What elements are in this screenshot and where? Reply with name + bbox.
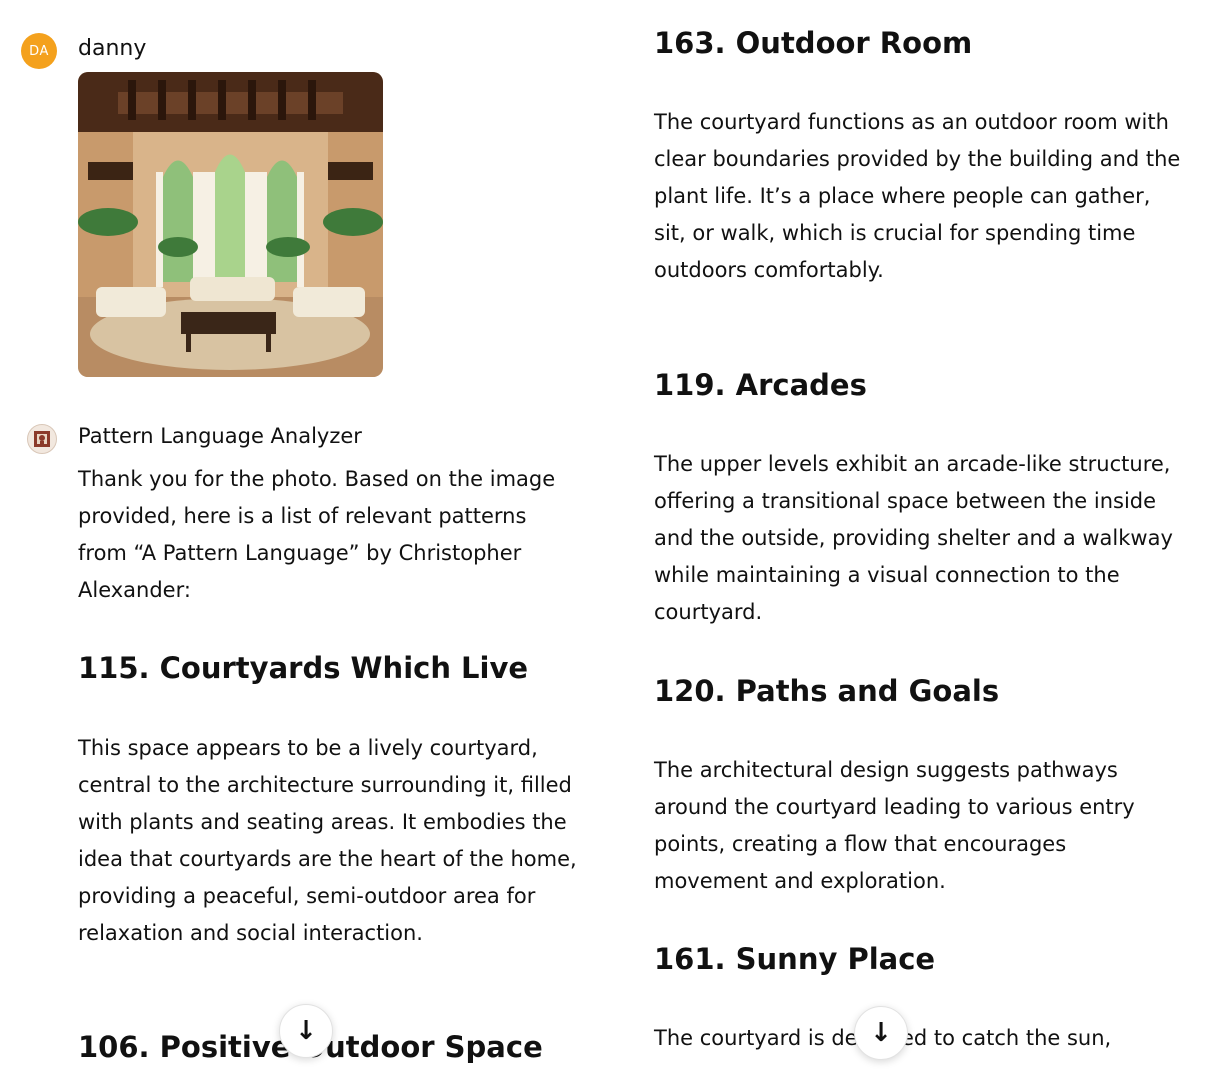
courtyard-image xyxy=(78,72,383,377)
user-avatar: DA xyxy=(21,33,57,69)
pattern-heading: 120. Paths and Goals xyxy=(654,674,1000,708)
pattern-description: The architectural design suggests pathwa… xyxy=(654,758,1135,893)
bot-avatar xyxy=(27,424,57,454)
scroll-down-button[interactable]: ↓ xyxy=(854,1006,908,1060)
bot-logo-icon xyxy=(34,431,50,447)
pattern-description: The upper levels exhibit an arcade-like … xyxy=(654,452,1173,624)
pattern-heading: 161. Sunny Place xyxy=(654,942,936,976)
chat-column-left: DA danny Pattern Language Analyzer Thank… xyxy=(0,0,600,1080)
arrow-down-icon: ↓ xyxy=(295,1016,317,1046)
screenshot-page: DA danny Pattern Language Analyzer Thank… xyxy=(0,0,1215,1080)
bot-intro-text: Thank you for the photo. Based on the im… xyxy=(78,467,556,602)
uploaded-photo[interactable] xyxy=(78,72,383,377)
pattern-heading: 163. Outdoor Room xyxy=(654,26,973,60)
pattern-description: This space appears to be a lively courty… xyxy=(78,736,577,945)
user-name: danny xyxy=(78,36,147,61)
chat-column-right: 163. Outdoor Room The courtyard function… xyxy=(612,0,1215,1080)
pattern-heading: 115. Courtyards Which Live xyxy=(78,651,529,685)
arrow-down-icon: ↓ xyxy=(870,1018,892,1048)
pattern-description: The courtyard is designed to catch the s… xyxy=(654,1026,1112,1050)
pattern-description: The courtyard functions as an outdoor ro… xyxy=(654,110,1181,282)
bot-name: Pattern Language Analyzer xyxy=(78,424,362,448)
scroll-down-button[interactable]: ↓ xyxy=(279,1004,333,1058)
pattern-heading: 119. Arcades xyxy=(654,368,867,402)
